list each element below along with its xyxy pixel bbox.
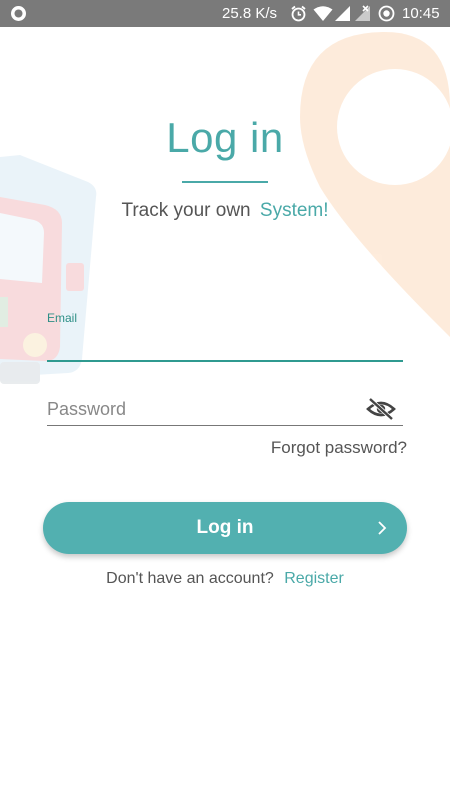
- register-prompt: Don't have an account?: [106, 570, 274, 587]
- email-field[interactable]: [47, 330, 403, 360]
- map-pin-illustration: [300, 32, 450, 337]
- title-underline: [182, 181, 268, 183]
- password-field[interactable]: [47, 395, 367, 423]
- sync-icon: [378, 5, 395, 22]
- eye-off-icon[interactable]: [366, 396, 396, 422]
- email-label: Email: [47, 311, 78, 325]
- login-button-label: Log in: [196, 517, 254, 538]
- status-bar: 25.8 K/s 10:45: [0, 0, 450, 27]
- login-button[interactable]: Log in: [43, 502, 407, 554]
- register-link[interactable]: Register: [284, 570, 344, 587]
- register-row: Don't have an account? Register: [0, 570, 450, 588]
- page-title: Log in: [166, 114, 284, 161]
- chevron-right-icon: [378, 521, 387, 535]
- no-signal-icon: [355, 5, 370, 21]
- network-speed: 25.8 K/s: [222, 5, 278, 22]
- forgot-password-link[interactable]: Forgot password?: [271, 438, 407, 458]
- tagline-accent: System!: [259, 200, 329, 221]
- tagline-prefix: Track your own: [121, 200, 251, 221]
- email-underline: [47, 360, 403, 362]
- record-icon: [11, 6, 26, 21]
- tagline: Track your own System!: [0, 200, 450, 222]
- password-underline: [47, 425, 403, 426]
- wifi-icon: [313, 6, 333, 21]
- alarm-icon: [291, 5, 306, 22]
- signal-icon: [335, 6, 350, 21]
- clock: 10:45: [402, 5, 440, 22]
